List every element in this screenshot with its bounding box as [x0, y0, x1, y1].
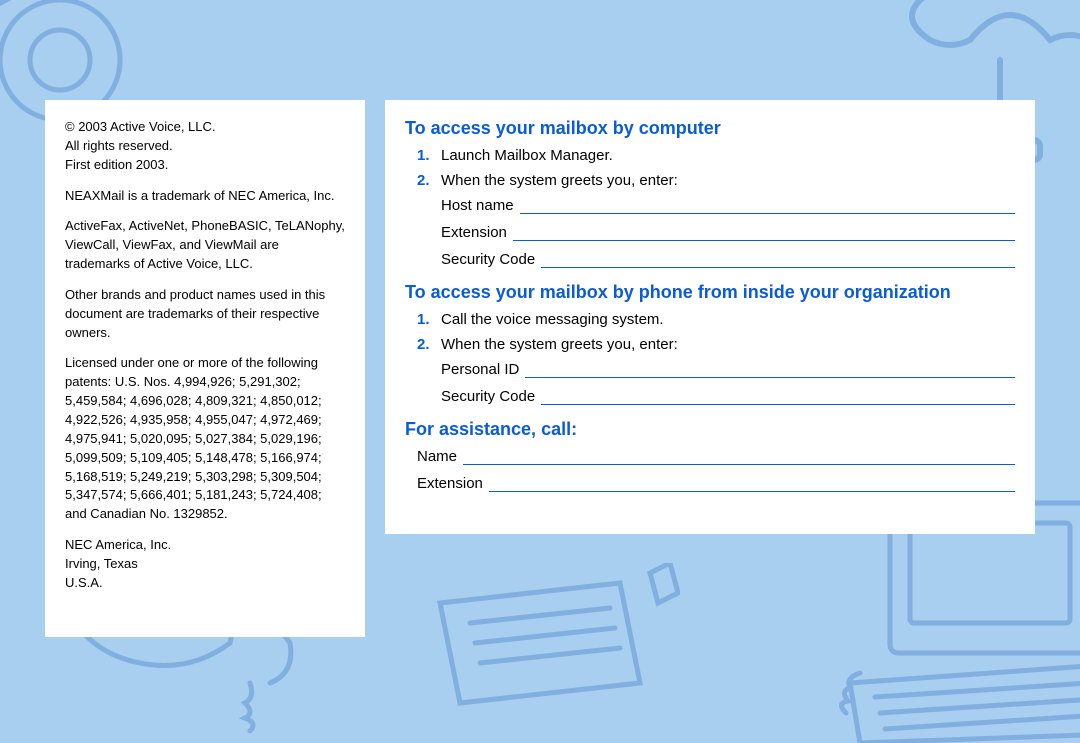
phone-step1-text: Call the voice messaging system. [441, 311, 664, 328]
computer-section-title: To access your mailbox by computer [405, 118, 1015, 139]
security-code2-input-line[interactable] [541, 390, 1015, 405]
assist-section-title: For assistance, call: [405, 419, 1015, 440]
step-number: 1. [417, 311, 430, 328]
extension-input-line[interactable] [513, 226, 1015, 241]
extension-label: Extension [441, 224, 507, 241]
phone-steps: 1. Call the voice messaging system. 2. W… [417, 311, 1015, 353]
step-number: 1. [417, 147, 430, 164]
country-text: U.S.A. [65, 575, 103, 590]
hostname-field: Host name [441, 197, 1015, 214]
company-text: NEC America, Inc. [65, 537, 171, 552]
computer-step-2: 2. When the system greets you, enter: [417, 172, 1015, 189]
personal-id-input-line[interactable] [525, 363, 1015, 378]
computer-steps: 1. Launch Mailbox Manager. 2. When the s… [417, 147, 1015, 189]
step-number: 2. [417, 336, 430, 353]
assist-name-field: Name [417, 448, 1015, 465]
security-code-field: Security Code [441, 251, 1015, 268]
extension-field: Extension [441, 224, 1015, 241]
phone-step-2: 2. When the system greets you, enter: [417, 336, 1015, 353]
copyright-text: © 2003 Active Voice, LLC. [65, 119, 216, 134]
trademark1-text: NEAXMail is a trademark of NEC America, … [65, 187, 345, 206]
trademark3-text: Other brands and product names used in t… [65, 286, 345, 343]
assist-extension-input-line[interactable] [489, 477, 1015, 492]
computer-step2-text: When the system greets you, enter: [441, 172, 678, 189]
phone-step-1: 1. Call the voice messaging system. [417, 311, 1015, 328]
rights-text: All rights reserved. [65, 138, 173, 153]
hostname-label: Host name [441, 197, 514, 214]
instructions-card: To access your mailbox by computer 1. La… [385, 100, 1035, 534]
security-code2-label: Security Code [441, 388, 535, 405]
legal-card: © 2003 Active Voice, LLC. All rights res… [45, 100, 365, 637]
city-text: Irving, Texas [65, 556, 138, 571]
assist-name-input-line[interactable] [463, 450, 1015, 465]
assist-extension-field: Extension [417, 475, 1015, 492]
computer-step-1: 1. Launch Mailbox Manager. [417, 147, 1015, 164]
phone-section-title: To access your mailbox by phone from ins… [405, 282, 1015, 303]
security-code-input-line[interactable] [541, 253, 1015, 268]
assist-extension-label: Extension [417, 475, 483, 492]
assist-name-label: Name [417, 448, 457, 465]
assist-block: Name Extension [405, 448, 1015, 492]
personal-id-field: Personal ID [441, 361, 1015, 378]
personal-id-label: Personal ID [441, 361, 519, 378]
phone-step2-text: When the system greets you, enter: [441, 336, 678, 353]
trademark2-text: ActiveFax, ActiveNet, PhoneBASIC, TeLANo… [65, 217, 345, 274]
hostname-input-line[interactable] [520, 199, 1015, 214]
security-code-label: Security Code [441, 251, 535, 268]
page-content: © 2003 Active Voice, LLC. All rights res… [45, 100, 1035, 637]
computer-step1-text: Launch Mailbox Manager. [441, 147, 613, 164]
patents-text: Licensed under one or more of the follow… [65, 354, 345, 524]
edition-text: First edition 2003. [65, 157, 168, 172]
security-code2-field: Security Code [441, 388, 1015, 405]
step-number: 2. [417, 172, 430, 189]
